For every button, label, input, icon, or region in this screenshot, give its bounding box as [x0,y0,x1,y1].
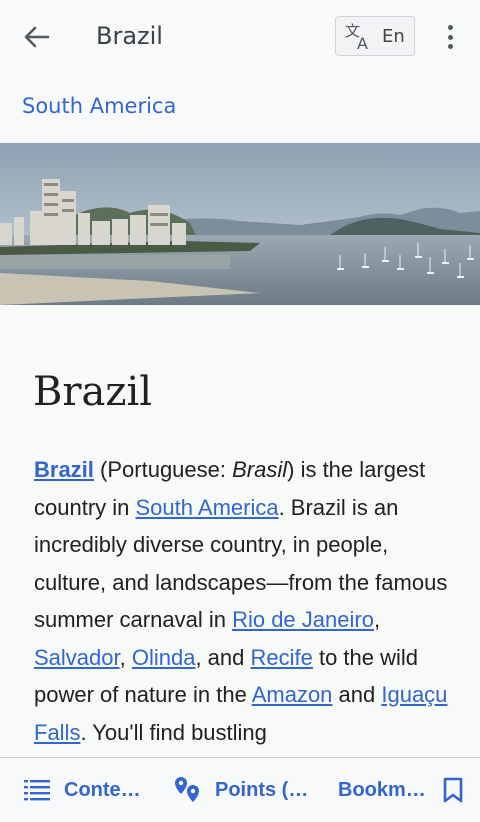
article-link[interactable]: Olinda [132,645,196,670]
back-button[interactable] [18,20,56,54]
article-heading: Brazil [33,369,153,415]
bookmarks-button[interactable]: Bookm… [338,758,464,822]
paragraph-text: , [373,607,381,632]
article-link[interactable]: Recife [251,645,313,670]
contents-button[interactable]: Conte… [24,758,141,822]
paragraph-text: . You'll find bustling [80,719,267,745]
more-vertical-icon [447,25,453,30]
bookmarks-label: Bookm… [338,778,426,801]
more-options-button[interactable] [438,22,462,52]
hero-image [0,143,480,305]
list-icon [24,780,50,801]
bookmark-icon [443,777,463,803]
paragraph-text: , [119,644,132,670]
article-link[interactable]: Rio de Janeiro [232,607,374,632]
paragraph-text: , and [195,644,251,670]
bottom-navigation: Conte… Points (… Bookm… [0,757,480,822]
rio-bay-photo [0,143,480,305]
translate-icon: 文 A [345,22,368,51]
article-link[interactable]: Amazon [252,682,333,707]
article-link[interactable]: South America [136,495,279,520]
page-title: Brazil [96,22,163,50]
app-bar: Brazil 文 A En [0,0,480,76]
article-content: Brazil Brazil (Portuguese: Brasil) is th… [0,305,480,757]
italic-text: Brasil [232,457,288,482]
map-pins-icon [175,777,199,802]
language-button[interactable]: 文 A En [335,16,415,56]
points-button[interactable]: Points (… [173,758,308,822]
arrow-left-icon [24,26,50,48]
article-paragraph: Brazil (Portuguese: Brasil) is the large… [34,451,464,751]
contents-label: Conte… [64,778,141,801]
article-link[interactable]: Salvador [34,645,120,670]
paragraph-text: (Portuguese: [93,457,233,482]
points-label: Points (… [215,778,309,801]
breadcrumb-parent-link[interactable]: South America [22,94,176,118]
paragraph-text: and [332,682,382,707]
article-link[interactable]: Brazil [34,457,94,482]
svg-text:A: A [357,34,368,51]
language-code: En [382,25,405,47]
